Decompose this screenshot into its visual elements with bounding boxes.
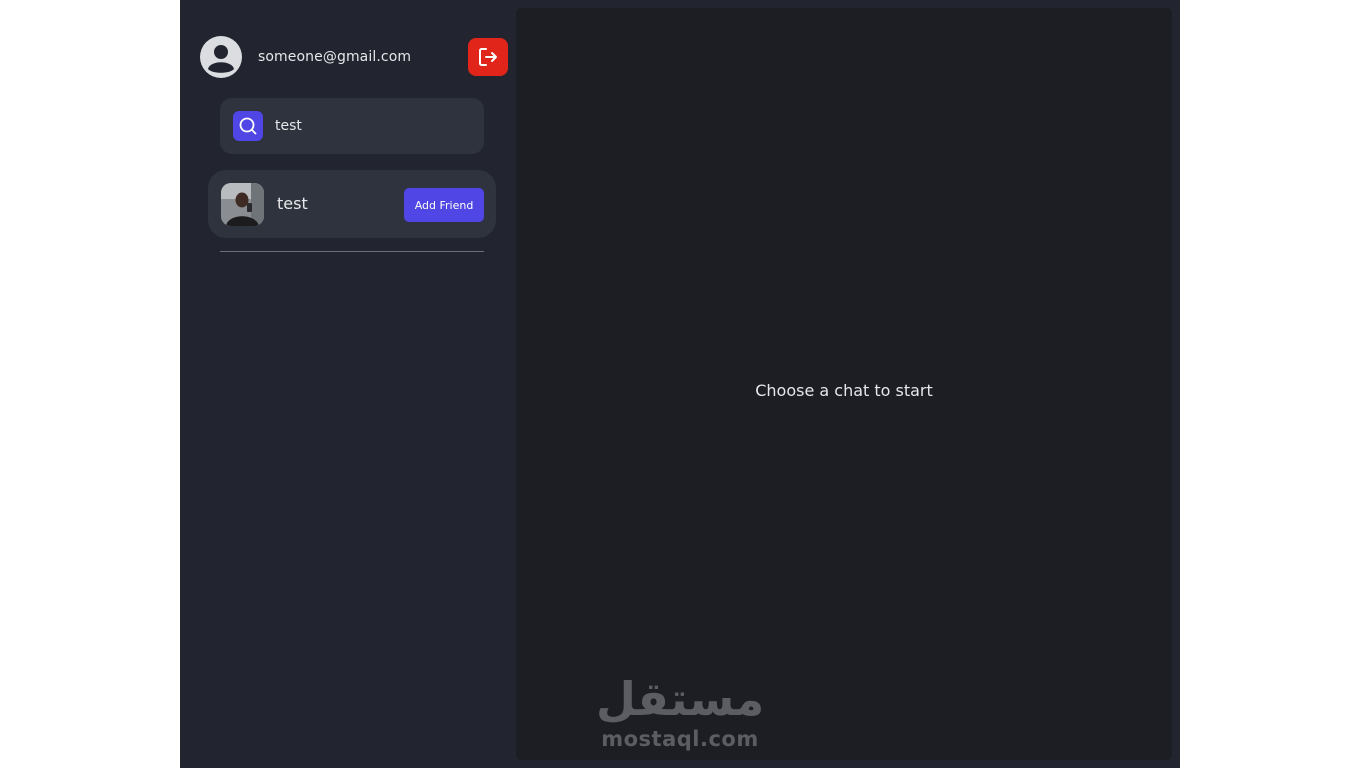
logout-icon [479, 48, 497, 66]
watermark-logo: مستقل mostaql.com [596, 672, 766, 756]
logout-button[interactable] [468, 38, 508, 76]
chat-panel: Choose a chat to start [516, 8, 1172, 760]
watermark-arabic-text: مستقل [596, 672, 765, 726]
add-friend-button[interactable]: Add Friend [404, 188, 484, 222]
profile-row: someone@gmail.com [200, 36, 508, 78]
search-icon [239, 117, 257, 135]
divider [220, 251, 484, 252]
user-avatar-icon[interactable] [200, 36, 242, 78]
search-input[interactable] [272, 114, 474, 138]
search-button[interactable] [233, 111, 263, 141]
empty-chat-message: Choose a chat to start [755, 381, 933, 400]
user-email: someone@gmail.com [258, 49, 412, 65]
sidebar: someone@gmail.com test test Add Friend [180, 0, 516, 768]
watermark-latin-text: mostaql.com [601, 727, 759, 751]
result-avatar [221, 183, 264, 226]
search-result-item[interactable]: test Add Friend [208, 170, 496, 238]
search-box [220, 98, 484, 154]
chat-app: someone@gmail.com test test Add Friend C… [180, 0, 1180, 768]
result-name: test [277, 194, 308, 213]
